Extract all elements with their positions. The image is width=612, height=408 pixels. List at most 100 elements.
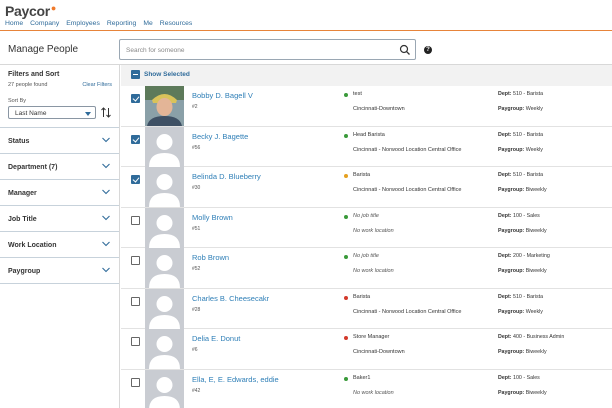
paygroup-label: Paygroup: [498,389,525,396]
search-input[interactable] [126,44,396,56]
filter-status[interactable]: Status [0,128,119,154]
row-checkbox[interactable] [131,94,140,103]
paygroup-value: Weekly [525,308,543,315]
nav-resources[interactable]: Resources [160,20,193,27]
deselect-all-checkbox[interactable] [131,70,140,79]
avatar [145,329,184,369]
nav-employees[interactable]: Employees [66,20,100,27]
filter-manager[interactable]: Manager [0,180,119,206]
people-rows: Bobby D. Bagell V #2 test Cincinnati-Downto… [121,86,612,408]
department: Dept: 510 - Barista [498,172,543,178]
main-nav: Home Company Employees Reporting Me Reso… [5,20,192,27]
paygroup: Paygroup: Biweekly [498,349,547,355]
person-name-link[interactable]: Belinda D. Blueberry [192,172,261,181]
avatar [145,369,184,408]
avatar [145,86,184,126]
dept-label: Dept: [498,131,512,138]
person-name-link[interactable]: Bobby D. Bagell V [192,91,253,100]
nav-home[interactable]: Home [5,20,23,27]
status-dot [344,376,348,381]
person-name-link[interactable]: Rob Brown [192,253,229,262]
chevron-down-icon [102,163,110,169]
clear-filters-link[interactable]: Clear Filters [82,82,112,88]
dept-label: Dept: [498,91,512,97]
people-list-panel: Show Selected Bobby D. Bagell V #2 test Cin… [121,65,612,408]
person-name-link[interactable]: Ella, E, E. Edwards, eddie [192,375,279,384]
person-name-link[interactable]: Charles B. Cheesecakr [192,294,269,303]
row-checkbox[interactable] [131,175,140,184]
department: Dept: 200 - Marketing [498,253,550,259]
nav-reporting[interactable]: Reporting [107,20,136,27]
person-name-link[interactable]: Becky J. Bagette [192,132,248,141]
paygroup: Paygroup: Biweekly [498,268,547,274]
row-checkbox[interactable] [131,134,140,144]
dept-value: 400 - Business Admin [513,334,565,340]
table-row[interactable]: Bobby D. Bagell V #2 test Cincinnati-Downto… [121,86,612,127]
employee-number: #6 [192,347,198,353]
dept-label: Dept: [498,374,512,381]
sort-by-select[interactable]: Last Name [8,106,96,119]
row-checkbox[interactable] [131,337,140,346]
department: Dept: 510 - Barista [498,132,543,138]
work-location: No work location [353,227,394,234]
filter-department[interactable]: Department (7) [0,154,119,180]
table-row[interactable]: Charles B. Cheesecakr #28 Barista Cincinnat… [121,288,612,329]
status-dot [344,295,348,300]
top-bar: Paycor● Home Company Employees Reporting… [0,0,612,31]
person-name-link[interactable]: Delia E. Donut [192,334,240,343]
work-location: Cincinnati-Downtown [353,106,405,112]
search-icon[interactable] [399,44,411,56]
show-selected-link[interactable]: Show Selected [144,71,190,78]
paygroup: Paygroup: Biweekly [498,390,547,396]
dept-label: Dept: [498,172,512,178]
paygroup-value: Biweekly [525,268,547,274]
job-title: Baker1 [353,374,371,381]
paygroup-value: Biweekly [525,349,547,355]
search-box[interactable] [119,39,416,60]
table-row[interactable]: Molly Brown #51 No job title No work locati… [121,207,612,248]
paygroup: Paygroup: Weekly [498,309,543,315]
avatar [145,288,184,329]
chevron-down-icon [102,189,110,195]
table-row[interactable]: Becky J. Bagette #56 Head Barista Cincinnat… [121,126,612,167]
paycor-logo[interactable]: Paycor● [5,3,56,19]
dept-value: 100 - Sales [513,374,540,381]
employee-number: #51 [192,225,201,232]
filter-job-title[interactable]: Job Title [0,206,119,232]
table-row[interactable]: Rob Brown #52 No job title No work location… [121,248,612,289]
help-icon[interactable]: ? [424,46,432,54]
filters-sidebar: Filters and Sort 27 people found Clear F… [0,65,120,408]
row-checkbox[interactable] [131,296,140,306]
dept-label: Dept: [498,334,512,340]
sort-order-icon[interactable] [101,107,111,118]
job-title: test [353,91,362,97]
job-title: No job title [353,253,379,259]
filter-list: Status Department (7) Manager Job Title … [0,127,119,284]
row-checkbox[interactable] [131,377,140,387]
nav-me[interactable]: Me [143,20,152,27]
work-location: Cincinnati-Downtown [353,349,405,355]
row-checkbox[interactable] [131,256,140,265]
nav-company[interactable]: Company [30,20,59,27]
filter-paygroup[interactable]: Paygroup [0,258,119,284]
table-row[interactable]: Ella, E, E. Edwards, eddie #42 Baker1 No wo… [121,369,612,408]
work-location: Cincinnati - Norwood Location Central Of… [353,187,462,193]
show-selected-row: Show Selected [121,65,612,85]
chevron-down-icon [102,137,110,143]
person-name-link[interactable]: Molly Brown [192,213,233,222]
filter-work-location[interactable]: Work Location [0,232,119,258]
employee-number: #2 [192,104,198,110]
paygroup-value: Biweekly [525,227,547,234]
table-row[interactable]: Delia E. Donut #6 Store Manager Cincinnati-… [121,329,612,370]
paygroup-label: Paygroup: [498,349,525,355]
paygroup: Paygroup: Weekly [498,106,543,112]
dept-value: 510 - Barista [513,131,544,138]
row-checkbox[interactable] [131,215,140,225]
job-title: Barista [353,293,371,300]
table-row[interactable]: Belinda D. Blueberry #30 Barista Cincinnati… [121,167,612,208]
employee-number: #56 [192,144,201,151]
status-dot [344,214,348,219]
work-location: Cincinnati - Norwood Location Central Of… [353,308,462,315]
dept-label: Dept: [498,212,512,219]
title-row: Manage People ? [0,32,612,65]
